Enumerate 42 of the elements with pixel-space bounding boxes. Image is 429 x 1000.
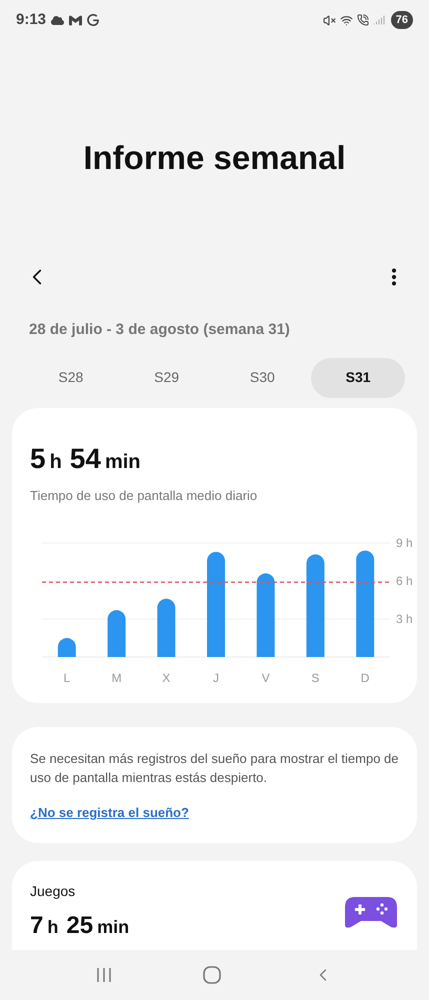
- mute-icon: [322, 14, 336, 26]
- week-tab[interactable]: S29: [120, 358, 214, 398]
- mail-icon: [69, 14, 82, 26]
- axis-label: 3 h: [396, 612, 413, 626]
- minutes-unit: min: [104, 450, 141, 474]
- axis-label: S: [311, 671, 320, 685]
- bar: [157, 598, 176, 657]
- wifi-icon: [340, 14, 353, 26]
- axis-label: 9 h: [396, 536, 413, 550]
- wifi-call-icon: [356, 14, 369, 26]
- category-name: Juegos: [30, 882, 76, 901]
- hours-value: 5: [30, 442, 46, 476]
- battery-level: 76: [390, 10, 413, 30]
- axis-label: 6 h: [396, 574, 413, 588]
- axis-label: V: [262, 671, 270, 685]
- week-tab[interactable]: S30: [216, 358, 310, 398]
- axis-label: D: [360, 671, 370, 685]
- hours-value: 7: [30, 910, 44, 940]
- summary-caption: Tiempo de uso de pantalla medio diario: [30, 486, 258, 505]
- status-time: 9:13: [16, 10, 46, 30]
- minutes-unit: min: [97, 916, 130, 938]
- week-tab[interactable]: S31: [311, 358, 405, 398]
- google-icon: [87, 14, 100, 26]
- week-tab[interactable]: S28: [24, 358, 118, 398]
- hours-unit: h: [50, 450, 62, 474]
- home-icon[interactable]: [203, 966, 222, 984]
- axis-label: J: [213, 671, 219, 685]
- recent-apps-icon[interactable]: [96, 967, 112, 983]
- bar: [108, 610, 126, 657]
- axis-label: L: [64, 671, 70, 685]
- minutes-value: 25: [66, 910, 94, 940]
- sleep-notice-text: Se necesitan más registros del sueño para mostrar el tiempo de uso de pantalla mientras estás despierto.: [30, 750, 399, 787]
- cloud-icon: [51, 14, 64, 26]
- axis-label: X: [162, 671, 170, 685]
- page-title: Informe semanal: [82, 138, 347, 178]
- hours-unit: h: [47, 916, 58, 938]
- minutes-value: 54: [70, 442, 101, 476]
- gamepad-icon: [345, 896, 397, 928]
- sleep-help-link[interactable]: ¿No se registra el sueño?: [30, 803, 189, 822]
- week-range: 28 de julio - 3 de agosto (semana 31): [28, 320, 291, 340]
- axis-label: M: [112, 671, 122, 685]
- bar: [58, 638, 76, 657]
